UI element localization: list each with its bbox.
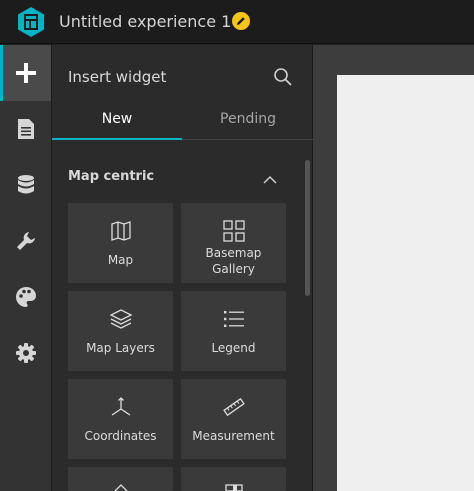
widget-card-measurement[interactable]: Measurement bbox=[181, 379, 286, 459]
sidebar-item-insert[interactable] bbox=[0, 45, 51, 101]
grid-icon bbox=[223, 220, 245, 242]
axes-icon bbox=[111, 397, 131, 416]
sidebar-item-page[interactable] bbox=[0, 101, 51, 157]
list-icon bbox=[224, 311, 244, 327]
widget-card-map-layers[interactable]: Map Layers bbox=[68, 291, 173, 371]
database-icon bbox=[17, 175, 34, 194]
gear-icon bbox=[15, 343, 36, 363]
ruler-icon bbox=[223, 397, 245, 417]
section-title-map-centric[interactable]: Map centric bbox=[68, 169, 154, 184]
experience-title: Untitled experience 1 bbox=[59, 12, 232, 31]
layers-icon bbox=[109, 309, 133, 329]
canvas-area bbox=[313, 45, 474, 491]
widget-label: Measurement bbox=[192, 429, 275, 443]
widget-card-coordinates[interactable]: Coordinates bbox=[68, 379, 173, 459]
plus-icon bbox=[15, 63, 36, 83]
panel-title: Insert widget bbox=[68, 68, 167, 86]
palette-icon bbox=[15, 287, 36, 307]
app-header: Untitled experience 1 bbox=[0, 0, 474, 44]
map-icon bbox=[111, 221, 131, 241]
widget-label: Map bbox=[107, 253, 134, 267]
widget-label: Coordinates bbox=[84, 429, 157, 443]
pencil-icon bbox=[237, 17, 245, 25]
tab-new[interactable]: New bbox=[52, 103, 182, 140]
sidebar-item-settings[interactable] bbox=[0, 325, 51, 381]
widget-card-partial[interactable] bbox=[181, 467, 286, 491]
tab-pending[interactable]: Pending bbox=[183, 103, 313, 140]
widget-card-map[interactable]: Map bbox=[68, 203, 173, 283]
edit-title-button[interactable] bbox=[232, 12, 250, 30]
widget-card-basemap-gallery[interactable]: Basemap Gallery bbox=[181, 203, 286, 283]
panel-scrollbar[interactable] bbox=[305, 160, 310, 296]
canvas-page[interactable] bbox=[337, 75, 474, 491]
sidebar-item-data[interactable] bbox=[0, 157, 51, 213]
wrench-icon bbox=[16, 232, 35, 250]
bookmark-icon bbox=[225, 484, 243, 491]
experience-builder-logo-icon[interactable] bbox=[16, 6, 46, 38]
shape-icon bbox=[114, 484, 128, 491]
widget-card-legend[interactable]: Legend bbox=[181, 291, 286, 371]
widget-label: Basemap Gallery bbox=[205, 246, 262, 276]
sidebar-item-theme[interactable] bbox=[0, 269, 51, 325]
chevron-up-icon[interactable] bbox=[262, 173, 278, 187]
widget-tabs: New Pending bbox=[52, 103, 313, 140]
widget-label: Legend bbox=[211, 341, 256, 355]
insert-widget-panel: Insert widget New Pending Map centric Ma… bbox=[52, 45, 313, 491]
search-icon[interactable] bbox=[273, 67, 293, 87]
widget-label: Map Layers bbox=[86, 341, 155, 355]
sidebar-rail bbox=[0, 45, 52, 491]
widget-card-partial[interactable] bbox=[68, 467, 173, 491]
page-icon bbox=[17, 119, 34, 139]
sidebar-item-tools[interactable] bbox=[0, 213, 51, 269]
